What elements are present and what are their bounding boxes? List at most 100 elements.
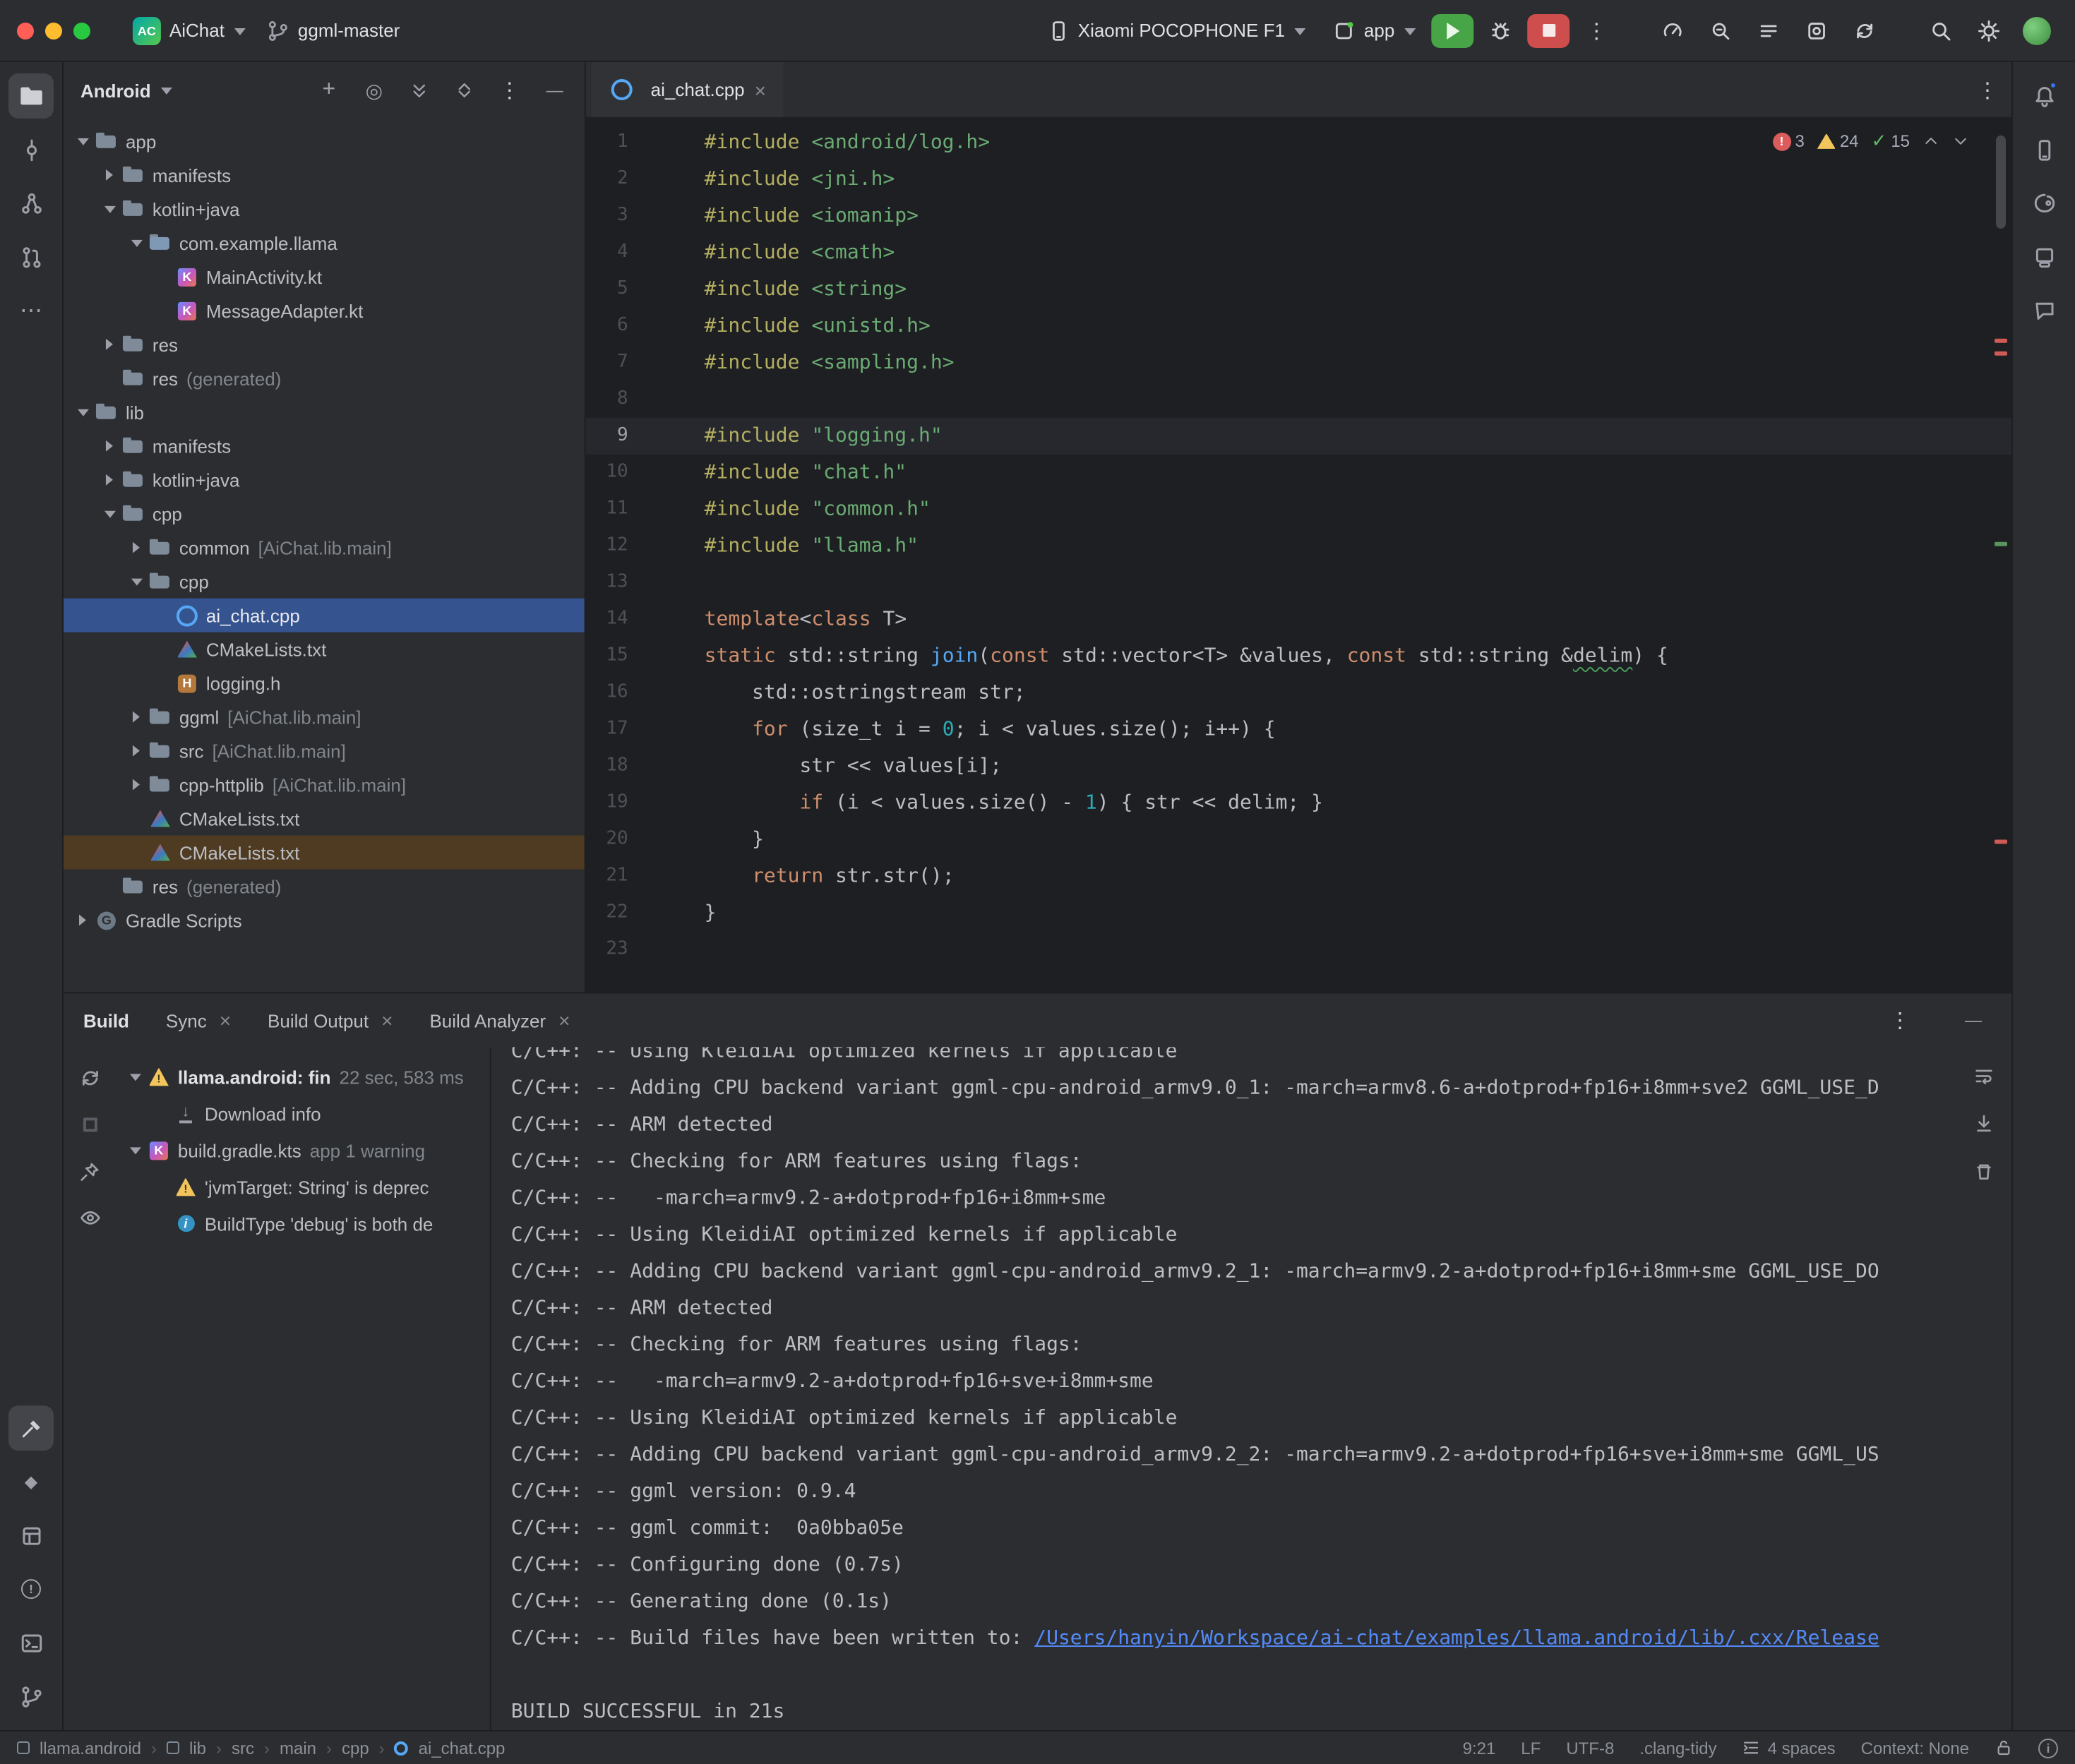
line-number[interactable]: 21 <box>586 858 659 895</box>
code-line-9[interactable]: 9#include "logging.h" <box>586 418 2011 455</box>
commit-tool-button[interactable] <box>8 127 54 172</box>
tree-chevron-icon[interactable] <box>72 401 93 424</box>
encoding-selector[interactable]: UTF-8 <box>1566 1738 1614 1758</box>
line-number[interactable]: 6 <box>586 308 659 344</box>
tree-item-app[interactable]: app <box>64 124 585 158</box>
prev-problem-icon[interactable] <box>1922 133 1939 150</box>
breadcrumb-item-cpp[interactable]: cpp <box>342 1738 369 1758</box>
problems-tool-button[interactable] <box>8 1566 54 1612</box>
code-line-22[interactable]: 22} <box>586 894 2011 931</box>
line-number[interactable]: 9 <box>586 418 659 455</box>
build-options-icon[interactable] <box>1882 1002 1918 1038</box>
tree-item-manifests[interactable]: manifests <box>64 429 585 463</box>
tree-item-cpp-httplib[interactable]: cpp-httplib[AiChat.lib.main] <box>64 768 585 802</box>
tree-chevron-icon[interactable] <box>126 232 147 254</box>
code-line-3[interactable]: 3#include <iomanip> <box>586 198 2011 234</box>
context-selector[interactable]: Context: None <box>1861 1738 1969 1758</box>
tree-item-manifests[interactable]: manifests <box>64 158 585 192</box>
minimize-panel-icon[interactable] <box>1955 1002 1992 1038</box>
tree-item-cmakelists-txt[interactable]: CMakeLists.txt <box>64 836 585 870</box>
collapse-all-icon[interactable] <box>446 72 483 109</box>
run-button[interactable] <box>1431 13 1473 47</box>
user-avatar[interactable] <box>2016 12 2058 49</box>
tree-item-cpp[interactable]: cpp <box>64 497 585 531</box>
line-number[interactable]: 5 <box>586 271 659 308</box>
app-quality-insights-icon[interactable] <box>1699 12 1742 49</box>
app-inspection-icon[interactable] <box>1795 12 1838 49</box>
expand-all-icon[interactable] <box>401 72 438 109</box>
window-zoom-button[interactable] <box>73 22 90 39</box>
device-manager-tool-button[interactable] <box>2021 127 2067 172</box>
code-line-13[interactable]: 13 <box>586 565 2011 601</box>
indent-selector[interactable]: 4 spaces <box>1742 1738 1836 1758</box>
tree-item-kotlin-java[interactable]: kotlin+java <box>64 463 585 497</box>
tab-build-analyzer[interactable]: Build Analyzer <box>429 1009 570 1031</box>
change-stripe-mark[interactable] <box>1995 542 2007 546</box>
line-number[interactable]: 3 <box>586 198 659 234</box>
tree-item-ggml[interactable]: ggml[AiChat.lib.main] <box>64 700 585 734</box>
tree-item-build-gradle-kts[interactable]: build.gradle.ktsapp 1 warning <box>116 1132 490 1168</box>
tree-chevron-icon[interactable] <box>126 706 147 728</box>
gradle-tool-button[interactable] <box>2021 181 2067 226</box>
tree-item-messageadapter-kt[interactable]: MessageAdapter.kt <box>64 294 585 328</box>
more-tool-windows-icon[interactable] <box>8 288 54 333</box>
line-number[interactable]: 4 <box>586 234 659 271</box>
tree-item-res[interactable]: res <box>64 328 585 361</box>
window-minimize-button[interactable] <box>45 22 62 39</box>
code-line-4[interactable]: 4#include <cmath> <box>586 234 2011 271</box>
line-number[interactable]: 14 <box>586 601 659 638</box>
editor-tab-ai-chat-cpp[interactable]: ai_chat.cpp <box>592 62 783 117</box>
soft-wrap-icon[interactable] <box>1966 1058 2000 1092</box>
code-line-18[interactable]: 18 str << values[i]; <box>586 748 2011 785</box>
tree-item-src[interactable]: src[AiChat.lib.main] <box>64 734 585 768</box>
line-number[interactable]: 17 <box>586 712 659 748</box>
tree-item-common[interactable]: common[AiChat.lib.main] <box>64 531 585 565</box>
bookmarks-tool-button[interactable] <box>2021 234 2067 280</box>
close-icon[interactable] <box>381 1009 393 1031</box>
code-line-21[interactable]: 21 return str.str(); <box>586 858 2011 895</box>
assistant-tool-button[interactable] <box>2021 288 2067 333</box>
pull-requests-tool-button[interactable] <box>8 234 54 280</box>
line-number[interactable]: 19 <box>586 785 659 822</box>
tree-item-mainactivity-kt[interactable]: MainActivity.kt <box>64 260 585 294</box>
error-stripe-mark[interactable] <box>1995 840 2007 844</box>
code-line-15[interactable]: 15static std::string join(const std::vec… <box>586 638 2011 675</box>
pin-icon[interactable] <box>73 1154 107 1188</box>
structure-tool-button[interactable] <box>8 181 54 226</box>
tree-chevron-icon[interactable] <box>99 435 120 457</box>
tree-chevron-icon[interactable] <box>99 503 120 525</box>
error-stripe-mark[interactable] <box>1995 352 2007 356</box>
clang-tidy-status[interactable]: .clang-tidy <box>1639 1738 1716 1758</box>
project-tool-button[interactable] <box>8 73 54 119</box>
line-number[interactable]: 7 <box>586 344 659 381</box>
device-selector[interactable]: Xiaomi POCOPHONE F1 <box>1036 13 1316 47</box>
tree-chevron-icon[interactable] <box>124 1065 145 1088</box>
editor-options-icon[interactable] <box>1969 71 2006 108</box>
terminal-tool-button[interactable] <box>8 1620 54 1665</box>
close-icon[interactable] <box>220 1009 231 1031</box>
breadcrumb-item-llama-android[interactable]: llama.android <box>40 1738 141 1758</box>
editor-scrollbar[interactable] <box>1992 124 2009 992</box>
line-number[interactable]: 20 <box>586 822 659 858</box>
profiler-icon[interactable] <box>1651 12 1694 49</box>
logcat-icon[interactable] <box>1747 12 1790 49</box>
tree-item-ai-chat-cpp[interactable]: ai_chat.cpp <box>64 599 585 632</box>
tree-item-buildtype-debug-is-both-de[interactable]: BuildType 'debug' is both de <box>116 1205 490 1242</box>
tab-sync[interactable]: Sync <box>166 1009 231 1031</box>
settings-gear-icon[interactable] <box>1968 12 2010 49</box>
line-number[interactable]: 2 <box>586 161 659 198</box>
tree-item-kotlin-java[interactable]: kotlin+java <box>64 192 585 226</box>
line-number[interactable]: 22 <box>586 894 659 931</box>
lock-status[interactable] <box>1995 1739 2013 1757</box>
code-line-20[interactable]: 20 } <box>586 822 2011 858</box>
tree-item-download-info[interactable]: Download info <box>116 1095 490 1132</box>
app-inspection-tool-button[interactable] <box>8 1459 54 1504</box>
project-widget[interactable]: AC AiChat <box>121 11 256 50</box>
tree-chevron-icon[interactable] <box>126 740 147 762</box>
line-number[interactable]: 12 <box>586 528 659 565</box>
tree-chevron-icon[interactable] <box>124 1139 145 1161</box>
breadcrumb-item-lib[interactable]: lib <box>189 1738 206 1758</box>
project-view-selector[interactable]: Android <box>80 80 151 101</box>
line-number[interactable]: 11 <box>586 491 659 528</box>
code-line-7[interactable]: 7#include <sampling.h> <box>586 344 2011 381</box>
